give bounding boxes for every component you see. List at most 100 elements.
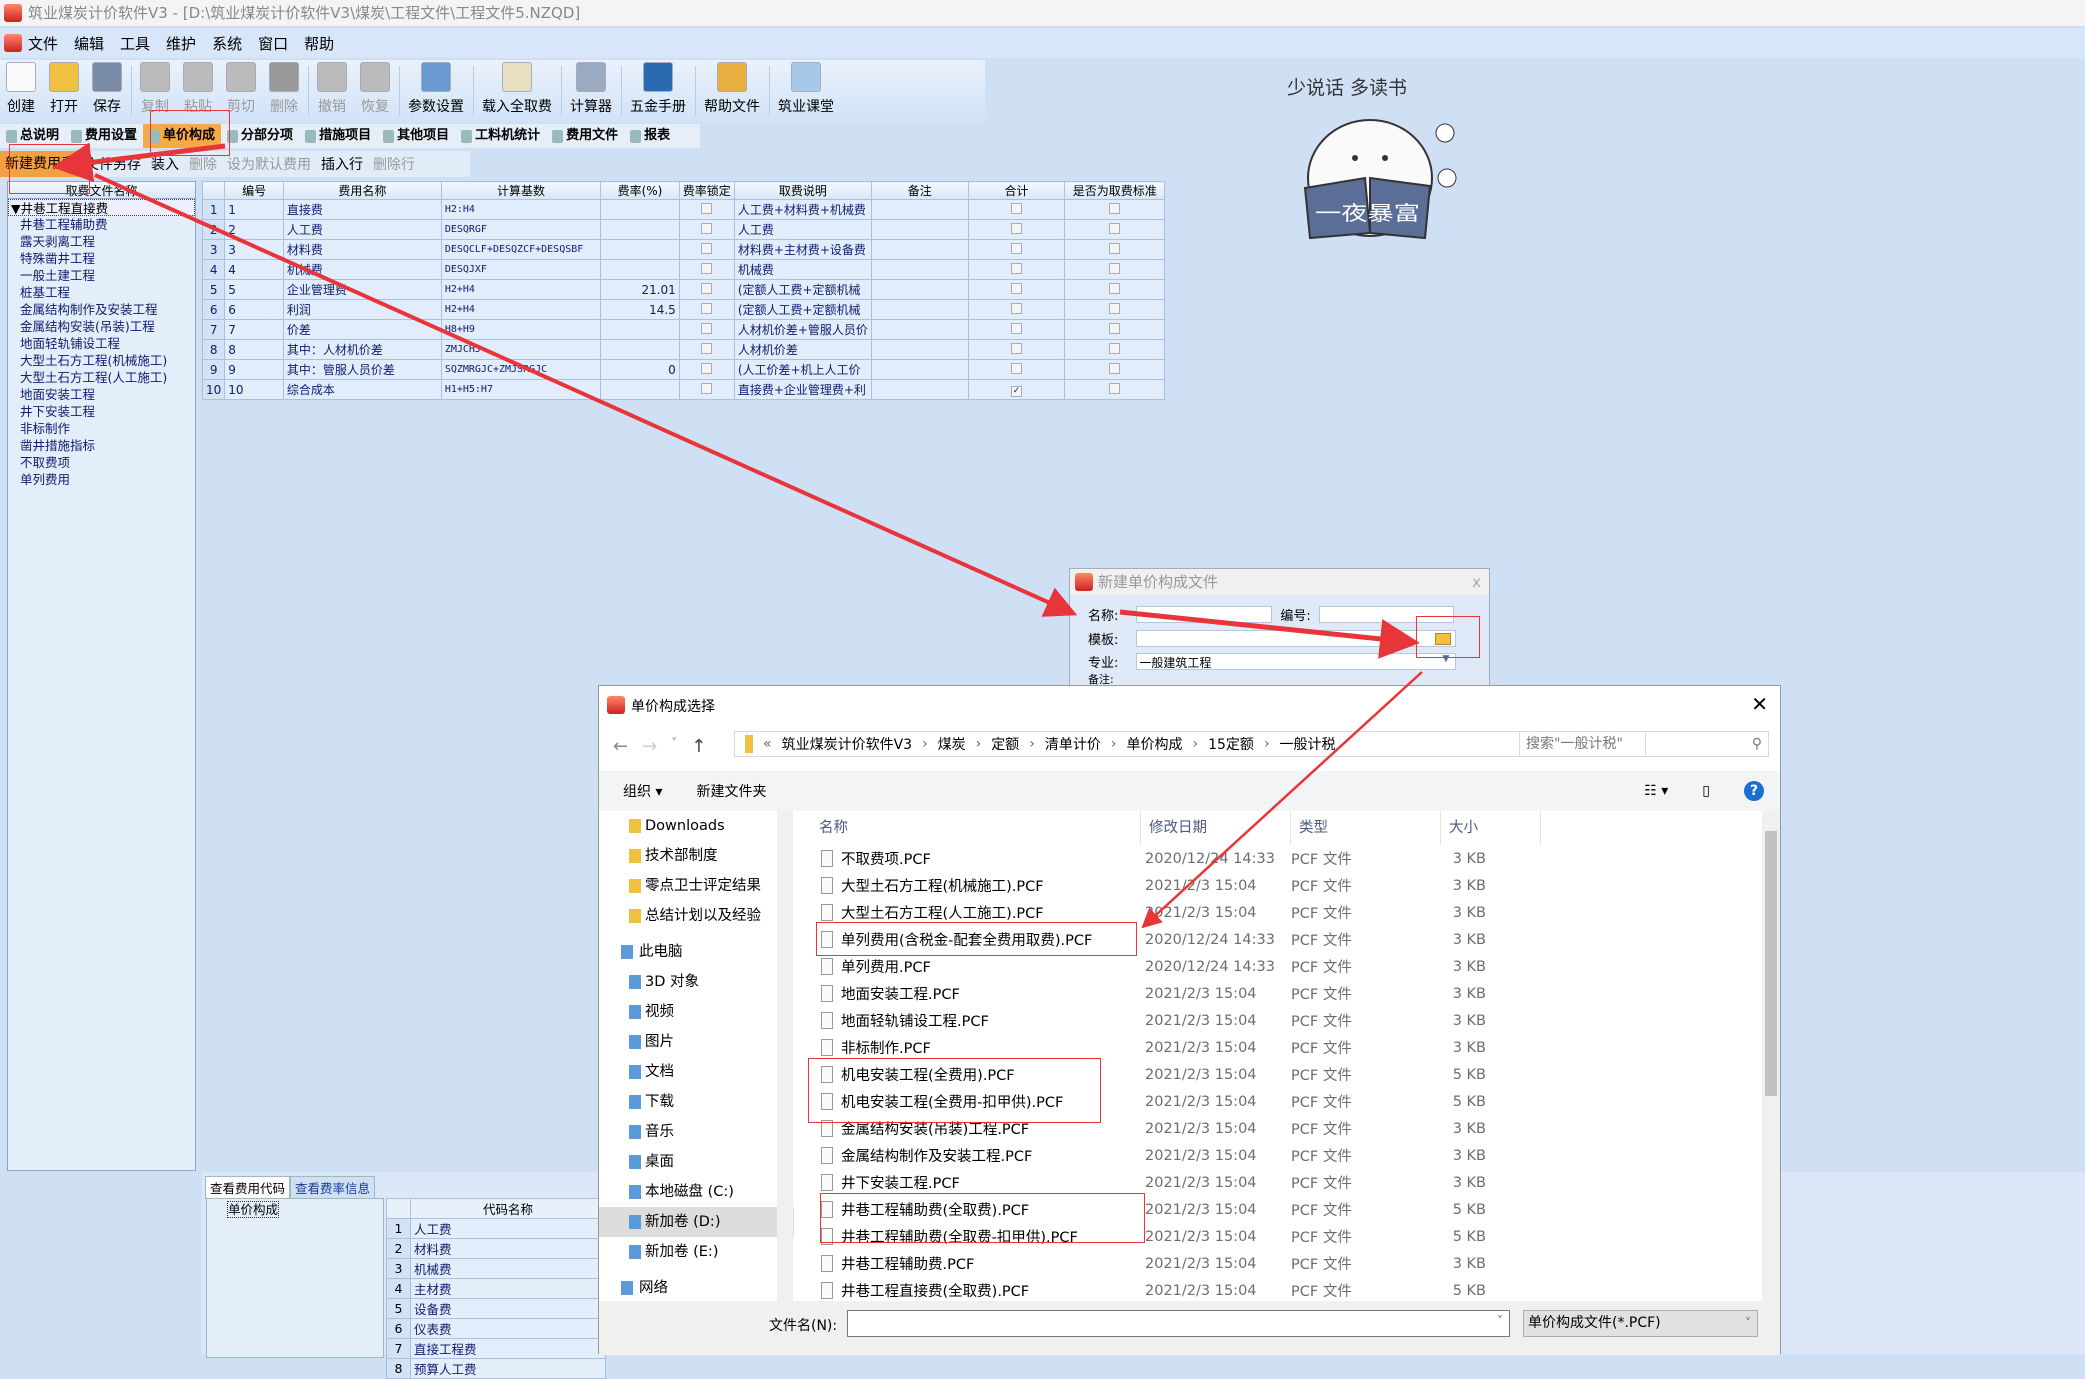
forward-icon[interactable]: → [642, 736, 657, 757]
cell[interactable]: H2:H4 [440, 199, 602, 220]
menu-item[interactable]: 维护 [166, 33, 196, 54]
nav-item[interactable]: 桌面 [599, 1147, 794, 1177]
cell[interactable] [870, 259, 969, 280]
cell[interactable]: (定额人工费+定额机械 [733, 299, 872, 320]
menu-item[interactable]: 系统 [212, 33, 242, 54]
checkbox[interactable] [1011, 262, 1023, 274]
cell[interactable]: 价差 [282, 319, 442, 340]
nav-scrollbar[interactable] [777, 811, 793, 1301]
file-row[interactable]: 地面轻轨铺设工程.PCF 2021/2/3 15:04 PCF 文件 3 KB [811, 1007, 1761, 1034]
cell[interactable] [870, 319, 969, 340]
preview-pane-icon[interactable]: ▯ [1702, 783, 1710, 799]
template-input[interactable] [1136, 630, 1457, 647]
checkbox[interactable] [1011, 202, 1023, 214]
checkbox[interactable] [1109, 322, 1121, 334]
file-row[interactable]: 井巷工程辅助费.PCF 2021/2/3 15:04 PCF 文件 3 KB [811, 1250, 1761, 1277]
menu-item[interactable]: 帮助 [304, 33, 334, 54]
tab-7[interactable]: 费用文件 [546, 124, 624, 148]
toolbar-button-1[interactable]: 打开 [43, 60, 86, 122]
tab-view-rate-info[interactable]: 查看费率信息 [290, 1176, 376, 1199]
cell[interactable]: ZMJCHJ [440, 339, 602, 360]
fee-file-item[interactable]: 桩基工程 [8, 284, 195, 301]
breadcrumb-item[interactable]: 15定额 [1208, 734, 1254, 754]
column-size[interactable]: 大小 [1441, 811, 1541, 845]
checkbox[interactable] [1011, 362, 1023, 374]
checkbox[interactable] [1011, 242, 1023, 254]
cell[interactable]: 人工费 [282, 219, 442, 240]
nav-item[interactable]: 本地磁盘 (C:) [599, 1177, 794, 1207]
cell[interactable]: H2+H4 [440, 299, 602, 320]
toolbar-button-8[interactable]: 恢复 [354, 60, 397, 122]
fee-file-item[interactable]: 大型土石方工程(人工施工) [8, 369, 195, 386]
checkbox[interactable] [1109, 282, 1121, 294]
nav-item[interactable]: 零点卫士评定结果 [599, 871, 794, 901]
cell[interactable]: H8+H9 [440, 319, 602, 340]
checkbox[interactable] [701, 262, 713, 274]
cell[interactable] [600, 259, 680, 280]
file-row[interactable]: 井巷工程直接费(全取费).PCF 2021/2/3 15:04 PCF 文件 5 KB [811, 1277, 1761, 1301]
table-row[interactable]: 2 2 人工费 DESQRGF 人工费 [201, 219, 1165, 240]
cell[interactable]: 21.01 [600, 279, 680, 300]
tab-5[interactable]: 其他项目 [377, 124, 455, 148]
nav-item[interactable]: 文档 [599, 1057, 794, 1087]
checkbox[interactable] [1109, 202, 1121, 214]
toolbar-button-10[interactable]: 载入全取费 [476, 60, 559, 122]
breadcrumb-item[interactable]: 单价构成 [1127, 734, 1183, 754]
nav-item[interactable]: 3D 对象 [599, 967, 794, 997]
column-date[interactable]: 修改日期 [1141, 811, 1291, 845]
cell[interactable]: 直接费 [282, 199, 442, 220]
checkbox[interactable] [1011, 222, 1023, 234]
fee-file-item[interactable]: 单列费用 [8, 471, 195, 488]
nav-item[interactable]: Downloads [599, 811, 794, 841]
cell[interactable]: (定额人工费+定额机械 [733, 279, 872, 300]
cell[interactable]: 机械费 [282, 259, 442, 280]
cell[interactable]: 3 [224, 239, 284, 260]
file-row[interactable]: 非标制作.PCF 2021/2/3 15:04 PCF 文件 3 KB [811, 1034, 1761, 1061]
tab-4[interactable]: 措施项目 [299, 124, 377, 148]
breadcrumb-item[interactable]: 筑业煤炭计价软件V3 [782, 734, 912, 754]
address-bar[interactable]: «筑业煤炭计价软件V3 › 煤炭 › 定额 › 清单计价 › 单价构成 › 15定额 › 一般计税 [734, 731, 1646, 757]
subtoolbar-button-4[interactable]: 设为默认费用 [222, 154, 316, 174]
checkbox[interactable] [701, 242, 713, 254]
table-row[interactable]: 1 1 直接费 H2:H4 人工费+材料费+机械费 [201, 199, 1165, 220]
specialty-select[interactable]: 一般建筑工程 ▼ [1136, 653, 1457, 670]
checkbox[interactable] [1109, 262, 1121, 274]
toolbar-button-14[interactable]: 筑业课堂 [772, 60, 841, 122]
toolbar-button-2[interactable]: 保存 [86, 60, 129, 122]
back-icon[interactable]: ← [613, 736, 628, 757]
cell[interactable]: 6 [224, 299, 284, 320]
subtoolbar-button-5[interactable]: 插入行 [316, 154, 368, 174]
cell[interactable]: 其中：人材机价差 [282, 339, 442, 360]
checkbox[interactable] [1011, 342, 1023, 354]
checkbox[interactable] [1011, 302, 1023, 314]
cell[interactable]: 综合成本 [282, 379, 442, 400]
code-row[interactable]: 5 设备费 [386, 1298, 606, 1319]
fee-file-item[interactable]: 井巷工程辅助费 [8, 216, 195, 233]
checkbox[interactable] [701, 322, 713, 334]
nav-item[interactable]: 总结计划以及经验 [599, 901, 794, 931]
file-row[interactable]: 不取费项.PCF 2020/12/24 14:33 PCF 文件 3 KB [811, 845, 1761, 872]
nav-item[interactable]: 视频 [599, 997, 794, 1027]
cell[interactable] [600, 219, 680, 240]
cell[interactable]: 利润 [282, 299, 442, 320]
code-row[interactable]: 1 人工费 [386, 1218, 606, 1239]
fee-file-item[interactable]: 一般土建工程 [8, 267, 195, 284]
cell[interactable] [870, 239, 969, 260]
checkbox[interactable] [1109, 222, 1121, 234]
checkbox[interactable] [701, 362, 713, 374]
nav-item[interactable]: 音乐 [599, 1117, 794, 1147]
checkbox[interactable] [701, 342, 713, 354]
cell[interactable]: 材料费 [282, 239, 442, 260]
toolbar-button-9[interactable]: 参数设置 [402, 60, 471, 122]
cell[interactable]: 5 [224, 279, 284, 300]
cell[interactable]: 10 [224, 379, 284, 400]
table-row[interactable]: 9 9 其中：管服人员价差 SQZMRGJC+ZMJSRGJC 0 (人工价差+机上人工价 [201, 359, 1165, 380]
file-row[interactable]: 大型土石方工程(机械施工).PCF 2021/2/3 15:04 PCF 文件 3 K… [811, 872, 1761, 899]
file-row[interactable]: 单列费用.PCF 2020/12/24 14:33 PCF 文件 3 KB [811, 953, 1761, 980]
tab-6[interactable]: 工料机统计 [455, 124, 546, 148]
code-row[interactable]: 6 仪表费 [386, 1318, 606, 1339]
toolbar-button-7[interactable]: 撤销 [311, 60, 354, 122]
menu-item[interactable]: 工具 [120, 33, 150, 54]
close-icon[interactable]: x [1472, 569, 1481, 595]
table-row[interactable]: 10 10 综合成本 H1+H5:H7 直接费+企业管理费+利 ✓ [201, 379, 1165, 400]
